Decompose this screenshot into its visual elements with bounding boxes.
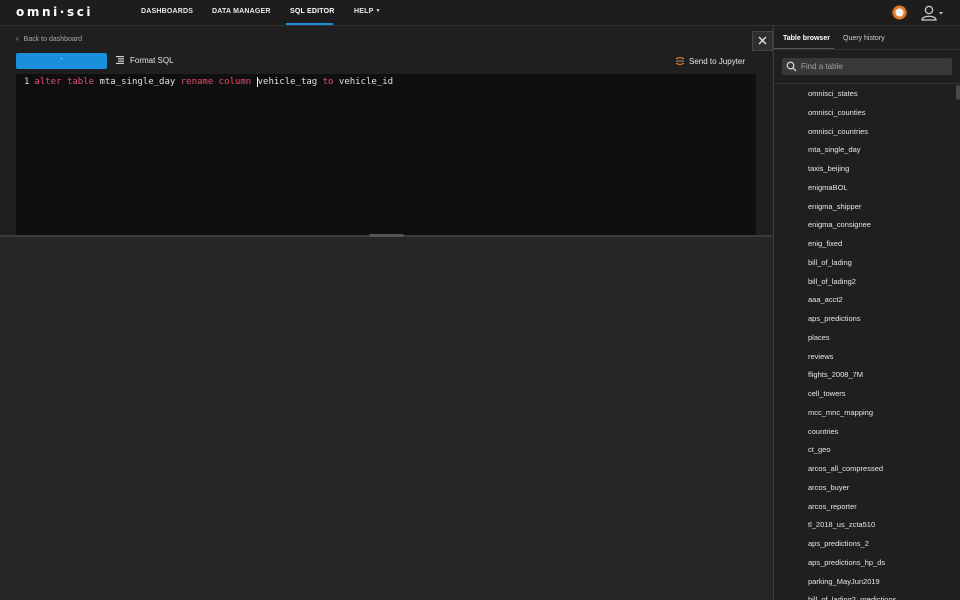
send-to-jupyter-button[interactable]: Send to Jupyter [675, 56, 745, 66]
table-list-item[interactable]: aps_predictions_2 [808, 539, 869, 548]
sql-keyword: to [322, 77, 334, 87]
table-list-item[interactable]: countries [808, 427, 838, 436]
table-list-item[interactable]: aaa_acct2 [808, 295, 843, 304]
nav-help[interactable]: HELP ▼ [354, 8, 381, 15]
table-list-item[interactable]: taxis_beijing [808, 164, 849, 173]
sql-identifier: mta_single_day [99, 77, 176, 87]
table-list-scrollbar[interactable] [956, 85, 960, 100]
table-list-item[interactable]: bill_of_lading2_predictions [808, 595, 896, 600]
query-results-area [0, 237, 772, 600]
table-list-item[interactable]: mcc_mnc_mapping [808, 408, 873, 417]
table-list-item[interactable]: flights_2008_7M [808, 370, 863, 379]
nav-help-label: HELP [354, 8, 374, 15]
top-nav-bar: omni·sci DASHBOARDS DATA MANAGER SQL EDI… [0, 0, 960, 26]
jupyter-icon[interactable] [891, 5, 908, 20]
nav-sql-editor[interactable]: SQL EDITOR [290, 8, 335, 15]
table-list-item[interactable]: parking_MayJun2019 [808, 577, 880, 586]
table-search-input[interactable] [801, 60, 949, 73]
tab-table-browser[interactable]: Table browser [783, 35, 830, 42]
table-list: omnisci_states omnisci_counties omnisci_co… [774, 84, 960, 600]
send-to-jupyter-label: Send to Jupyter [689, 57, 746, 66]
sql-keyword: rename [180, 77, 214, 87]
table-list-item[interactable]: omnisci_counties [808, 108, 866, 117]
chevron-down-icon: ▼ [375, 8, 381, 14]
table-list-item[interactable]: aps_predictions_hp_ds [808, 558, 885, 567]
table-list-item[interactable]: omnisci_states [808, 89, 858, 98]
table-list-item[interactable]: tl_2018_us_zcta510 [808, 520, 875, 529]
sql-keyword: table [66, 77, 95, 87]
close-icon [758, 36, 767, 45]
search-icon [786, 61, 797, 72]
table-list-item[interactable]: bill_of_lading2 [808, 277, 856, 286]
omnisci-logo[interactable]: omni·sci [16, 5, 93, 19]
back-link-label: Back to dashboard [23, 36, 83, 43]
tab-query-history[interactable]: Query history [843, 35, 885, 42]
table-list-item[interactable]: aps_predictions [808, 314, 861, 323]
format-sql-button[interactable]: Format SQL [116, 56, 174, 65]
table-browser-sidebar: Table browser Query history omnisci_stat… [773, 26, 960, 600]
table-list-item[interactable]: reviews [808, 352, 833, 361]
sql-identifier: vehicle_id [338, 77, 394, 87]
table-list-item[interactable]: arcos_reporter [808, 502, 857, 511]
nav-dashboards[interactable]: DASHBOARDS [141, 8, 193, 15]
format-sql-label: Format SQL [130, 56, 174, 65]
jupyter-logo-icon [675, 56, 685, 66]
sql-keyword: column [218, 77, 252, 87]
sql-code-editor[interactable]: 1 alter table mta_single_day rename colum… [16, 74, 756, 235]
table-list-item[interactable]: omnisci_countries [808, 127, 868, 136]
close-sidebar-button[interactable] [752, 31, 773, 51]
active-nav-indicator [286, 23, 333, 25]
table-list-item[interactable]: enigma_shipper [808, 202, 861, 211]
sql-identifier: vehicle_tag [257, 77, 318, 87]
back-to-dashboard-link[interactable]: ‹ Back to dashboard [16, 34, 82, 43]
chevron-left-icon: ‹ [16, 34, 19, 43]
table-list-item[interactable]: bill_of_lading [808, 258, 852, 267]
table-list-item[interactable]: cell_towers [808, 389, 846, 398]
code-line-1: 1 alter table mta_single_day rename colum… [24, 77, 393, 87]
user-menu-icon[interactable] [920, 5, 944, 21]
sql-keyword: alter [34, 77, 62, 87]
nav-data-manager[interactable]: DATA MANAGER [212, 8, 271, 15]
format-list-icon [116, 56, 124, 64]
table-list-item[interactable]: arcos_all_compressed [808, 464, 883, 473]
tabs-divider [774, 49, 960, 50]
table-list-item[interactable]: arcos_buyer [808, 483, 849, 492]
run-query-button[interactable]: - [16, 53, 107, 69]
active-tab-indicator [774, 48, 834, 49]
table-search-box [782, 58, 952, 75]
table-list-item[interactable]: mta_single_day [808, 145, 861, 154]
table-list-item[interactable]: enig_fixed [808, 239, 842, 248]
table-list-item[interactable]: ct_geo [808, 445, 831, 454]
table-list-item[interactable]: enigma_consignee [808, 220, 871, 229]
line-number: 1 [24, 77, 30, 87]
table-list-item[interactable]: enigmaBOL [808, 183, 848, 192]
table-list-item[interactable]: places [808, 333, 830, 342]
